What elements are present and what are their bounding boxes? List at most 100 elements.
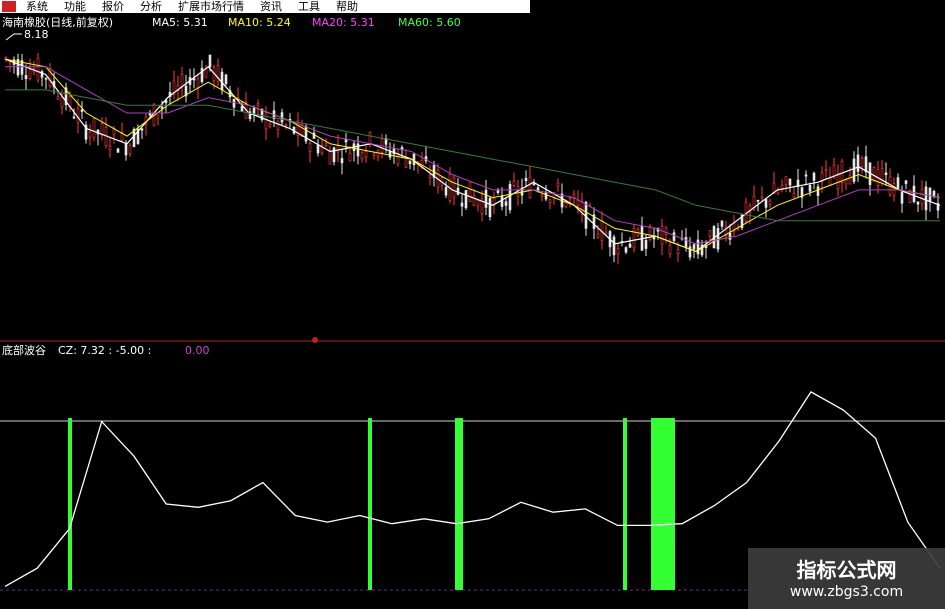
candle-body [324,143,328,147]
signal-bar [651,418,675,590]
candle-body [60,96,64,108]
candle-body [512,180,516,186]
cz-value: 0.00 [185,344,210,357]
candle-body [496,190,500,193]
candle-body [232,98,236,108]
candle-body [728,232,732,240]
candle-body [660,226,664,245]
candle-body [548,199,552,203]
candle-body [804,174,808,177]
candle-body [568,197,572,200]
candle-body [156,114,160,119]
candle-body [36,57,40,81]
candle-body [720,220,724,227]
candle-body [624,247,628,253]
candle-body [932,190,936,196]
high-marker [5,33,22,41]
candle-body [300,124,304,137]
candle-body [756,200,760,202]
candle-body [332,147,336,163]
candle-body [160,106,164,109]
candle-body [204,68,208,78]
candle-body [508,184,512,211]
candle-body [596,233,600,238]
candle-body [224,74,228,84]
cz-label: CZ: 7.32 : -5.00 : [58,344,151,357]
candle-body [684,237,688,248]
candle-body [916,201,920,205]
ma60-label: MA60: 5.60 [398,16,461,29]
candle-body [348,152,352,162]
candle-body [784,176,788,186]
ma20-label: MA20: 5.31 [312,16,375,29]
candle-body [116,148,120,153]
ma5-label: MA5: 5.31 [152,16,208,29]
watermark-overlay: 指标公式网 www.zbgs3.com [748,548,945,609]
candle-body [88,131,92,138]
candle-body [864,156,868,173]
candle-body [76,108,80,123]
candle-body [848,174,852,185]
candle-body [576,200,580,206]
candle-body [180,74,184,87]
candle-body [828,177,832,186]
indicator-title: 底部波谷 [2,343,46,357]
candle-body [360,152,364,160]
candle-body [304,126,308,142]
candle-body [504,201,508,206]
candle-body [824,169,828,171]
candle-body [44,77,48,80]
candle-body [808,184,812,192]
candle-body [240,105,244,112]
candle-body [852,158,856,182]
high-label: 8.18 [24,28,49,41]
candle-body [72,116,76,119]
candle-body [764,199,768,208]
candle-body [672,232,676,241]
candle-body [860,158,864,167]
stock-title: 海南橡胶(日线,前复权) [2,15,113,29]
candle-body [56,96,60,100]
candle-body [768,200,772,205]
candle-body [284,124,288,127]
candle-body [344,139,348,143]
candle-body [844,179,848,185]
candle-body [340,158,344,164]
candle-body [396,153,400,165]
candle-body [24,75,28,80]
chart-canvas[interactable]: 海南橡胶(日线,前复权) MA5: 5.31 MA10: 5.24 MA20: … [0,0,945,609]
candle-body [532,183,536,185]
candle-body [544,192,548,200]
candle-body [336,145,340,153]
candlestick-group [4,52,940,265]
candle-body [816,186,820,196]
candle-body [488,197,492,218]
signal-bar [368,418,372,590]
candle-body [108,145,112,151]
candle-body [840,161,844,183]
candle-body [428,174,432,178]
candle-body [460,202,464,207]
watermark-title: 指标公式网 [796,558,897,582]
ma10-label: MA10: 5.24 [228,16,291,29]
candle-body [468,182,472,202]
candle-body [524,178,528,182]
candle-body [472,195,476,206]
candle-body [28,69,32,79]
signal-bar [623,418,627,590]
candle-body [456,187,460,195]
candle-body [668,244,672,255]
candle-body [856,154,860,172]
candle-body [372,153,376,156]
candle-body [836,173,840,190]
candle-body [128,145,132,154]
candle-body [744,202,748,222]
candle-body [328,150,332,165]
candle-body [708,230,712,237]
candle-body [612,236,616,256]
candle-body [900,192,904,204]
candle-body [792,193,796,198]
candle-body [664,227,668,236]
candle-body [124,142,128,156]
ma-line-ma60 [5,89,940,222]
